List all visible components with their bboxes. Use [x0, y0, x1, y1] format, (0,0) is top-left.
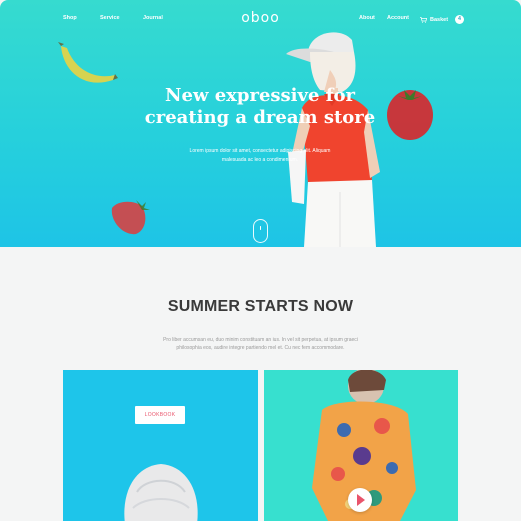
- basket-count-badge: 4: [455, 15, 465, 24]
- video-card[interactable]: [264, 370, 458, 521]
- section-desc-line2: philosophia eos, audire integre partiend…: [176, 345, 345, 351]
- hero-headline-line2: creating a dream store: [144, 107, 376, 128]
- lookbook-button[interactable]: LOOKBOOK: [135, 406, 185, 424]
- lookbook-card[interactable]: LOOKBOOK: [63, 370, 258, 521]
- strawberry-image: [111, 200, 150, 235]
- hero-model-image: [286, 32, 380, 247]
- play-button[interactable]: [348, 488, 372, 512]
- hero-headline-line1: New expressive for: [165, 85, 355, 106]
- section-description: Pro liber accumsan eu, duo minim constit…: [145, 336, 376, 352]
- hero-subtext-line1: Lorem ipsum dolor sit amet, consectetur …: [189, 148, 331, 154]
- top-navigation: Shop Service Journal oboo About Account …: [0, 0, 521, 38]
- section-desc-line1: Pro liber accumsan eu, duo minim constit…: [163, 337, 358, 343]
- banana-image: [58, 42, 118, 83]
- hero-subtext: Lorem ipsum dolor sit amet, consectetur …: [160, 147, 360, 165]
- scroll-indicator-icon[interactable]: [253, 219, 268, 243]
- hero-section: Shop Service Journal oboo About Account …: [0, 0, 521, 247]
- section-title: SUMMER STARTS NOW: [167, 298, 354, 315]
- cart-icon: [420, 16, 427, 23]
- nav-about-link[interactable]: About: [359, 15, 375, 21]
- hero-subtext-line2: malesuada ac leo a condimentum.: [221, 157, 299, 163]
- hero-headline: New expressive for creating a dream stor…: [130, 85, 390, 129]
- nav-account-link[interactable]: Account: [387, 15, 409, 21]
- page: Shop Service Journal oboo About Account …: [0, 0, 521, 521]
- lookbook-model-image: [124, 464, 198, 521]
- basket-label: Basket: [430, 16, 449, 23]
- nav-basket-link[interactable]: Basket 4: [420, 15, 465, 24]
